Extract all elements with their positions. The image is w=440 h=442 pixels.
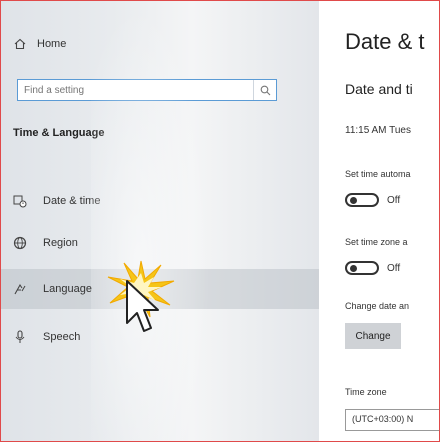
auto-zone-state: Off bbox=[387, 262, 401, 274]
sidebar-item-label: Speech bbox=[43, 331, 81, 343]
auto-zone-label: Set time zone a bbox=[345, 237, 408, 247]
home-link[interactable]: Home bbox=[13, 37, 66, 51]
auto-zone-toggle-row: Off bbox=[345, 261, 400, 275]
auto-time-toggle-row: Off bbox=[345, 193, 400, 207]
sidebar-item-date-time[interactable]: Date & time bbox=[1, 181, 319, 221]
home-label: Home bbox=[37, 38, 67, 50]
sidebar-item-label: Language bbox=[43, 283, 92, 295]
settings-window: Home Time & Language Date & time Region bbox=[0, 0, 440, 442]
section-heading: Date and ti bbox=[345, 81, 413, 97]
sidebar-item-label: Region bbox=[43, 237, 78, 249]
auto-time-state: Off bbox=[387, 194, 401, 206]
auto-time-label: Set time automa bbox=[345, 169, 411, 179]
search-icon[interactable] bbox=[253, 80, 276, 100]
language-icon bbox=[13, 282, 27, 296]
content-pane: Date & t Date and ti 11:15 AM Tues Set t… bbox=[319, 1, 439, 441]
timezone-select[interactable]: (UTC+03:00) N bbox=[345, 409, 439, 431]
change-date-label: Change date an bbox=[345, 301, 410, 311]
search-box[interactable] bbox=[17, 79, 277, 101]
mouse-pointer-icon bbox=[126, 280, 159, 332]
section-title: Time & Language bbox=[13, 127, 105, 139]
search-input[interactable] bbox=[18, 81, 253, 99]
calendar-clock-icon bbox=[13, 194, 27, 208]
globe-icon bbox=[13, 236, 27, 250]
microphone-icon bbox=[13, 330, 27, 344]
auto-zone-toggle[interactable] bbox=[345, 261, 379, 275]
timezone-label: Time zone bbox=[345, 387, 387, 397]
change-button[interactable]: Change bbox=[345, 323, 401, 349]
sidebar: Home Time & Language Date & time Region bbox=[1, 1, 319, 441]
auto-time-toggle[interactable] bbox=[345, 193, 379, 207]
sidebar-item-region[interactable]: Region bbox=[1, 223, 319, 263]
current-time: 11:15 AM Tues bbox=[345, 125, 411, 136]
home-icon bbox=[13, 37, 27, 51]
page-title: Date & t bbox=[345, 29, 425, 54]
sidebar-item-label: Date & time bbox=[43, 195, 101, 207]
